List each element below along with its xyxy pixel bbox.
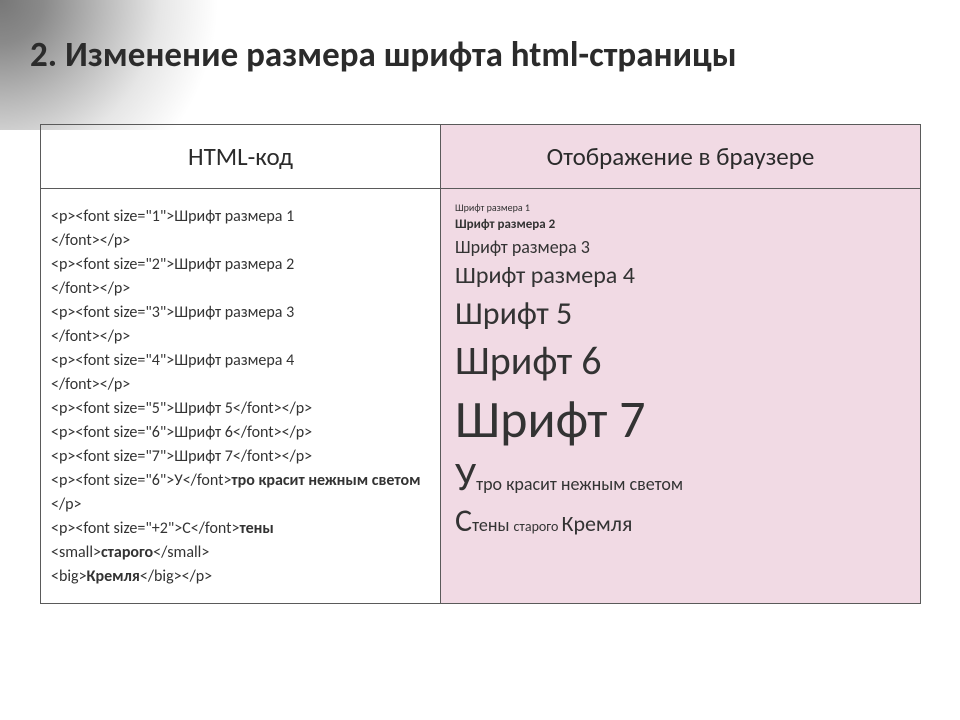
code-cell: <p><font size="1">Шрифт размера 1 </font… [41, 189, 441, 604]
render-size-3: Шрифт размера 3 [455, 235, 906, 260]
code-line: </p> [51, 495, 82, 514]
code-line: </font></p> [51, 231, 130, 250]
code-bold: тены [239, 519, 273, 538]
table-header-row: HTML-код Отображение в браузере [41, 125, 921, 189]
code-line: <p><font size="6">У</font> [51, 471, 231, 490]
render-big-text: Кремля [562, 510, 633, 537]
render-small-text: старого [514, 518, 562, 535]
render-poem-line-1: Утро красит нежным светом [455, 452, 906, 501]
code-line: </big></p> [140, 567, 212, 586]
code-line: <small> [51, 543, 101, 562]
render-poem-line-2: Стены старого Кремля [455, 501, 906, 540]
code-line: <p><font size="5">Шрифт 5</font></p> [51, 399, 312, 418]
code-bold: старого [101, 543, 153, 562]
code-line: <big> [51, 567, 87, 586]
table-body-row: <p><font size="1">Шрифт размера 1 </font… [41, 189, 921, 604]
code-line: <p><font size="7">Шрифт 7</font></p> [51, 447, 312, 466]
header-html-code: HTML-код [41, 125, 441, 189]
code-line: <p><font size="6">Шрифт 6</font></p> [51, 423, 312, 442]
render-drop-cap: С [455, 501, 472, 540]
render-size-6: Шрифт 6 [455, 335, 906, 387]
header-browser-render: Отображение в браузере [441, 125, 921, 189]
render-size-1: Шрифт размера 1 [455, 201, 906, 215]
render-text: тены [472, 514, 513, 536]
code-bold: тро красит нежным светом [231, 471, 420, 490]
main-table: HTML-код Отображение в браузере <p><font… [40, 124, 921, 604]
render-drop-cap: У [455, 452, 476, 501]
code-line: <p><font size="4">Шрифт размера 4 [51, 351, 294, 370]
code-line: </font></p> [51, 327, 130, 346]
code-line: </font></p> [51, 279, 130, 298]
render-size-2: Шрифт размера 2 [455, 215, 906, 235]
render-size-4: Шрифт размера 4 [455, 260, 906, 292]
code-line: </small> [153, 543, 209, 562]
render-size-7: Шрифт 7 [455, 387, 906, 452]
render-size-5: Шрифт 5 [455, 292, 906, 335]
code-line: <p><font size="3">Шрифт размера 3 [51, 303, 294, 322]
code-line: <p><font size="1">Шрифт размера 1 [51, 207, 294, 226]
code-bold: Кремля [87, 567, 140, 586]
code-line: <p><font size="+2">С</font> [51, 519, 239, 538]
render-cell: Шрифт размера 1 Шрифт размера 2 Шрифт ра… [441, 189, 921, 604]
code-line: <p><font size="2">Шрифт размера 2 [51, 255, 294, 274]
slide-title: 2. Изменение размера шрифта html-страниц… [30, 34, 930, 76]
code-line: </font></p> [51, 375, 130, 394]
render-text: тро красит нежным светом [476, 473, 683, 495]
